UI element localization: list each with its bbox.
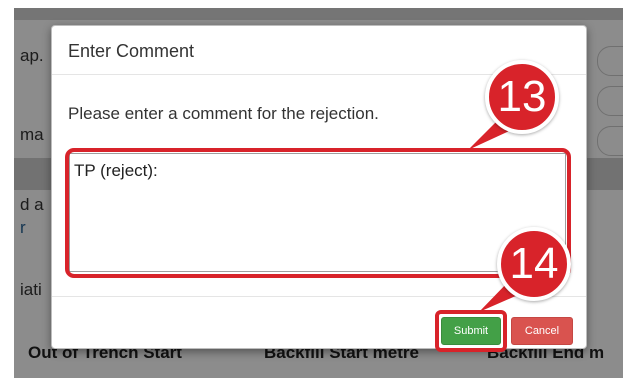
callout-badge-14: 14 xyxy=(497,227,571,301)
screenshot-stage: ap. ma d a r iati Out of Trench Start Ba… xyxy=(0,0,623,378)
callout-pointers xyxy=(468,116,527,312)
callout-badge-13: 13 xyxy=(485,60,559,134)
